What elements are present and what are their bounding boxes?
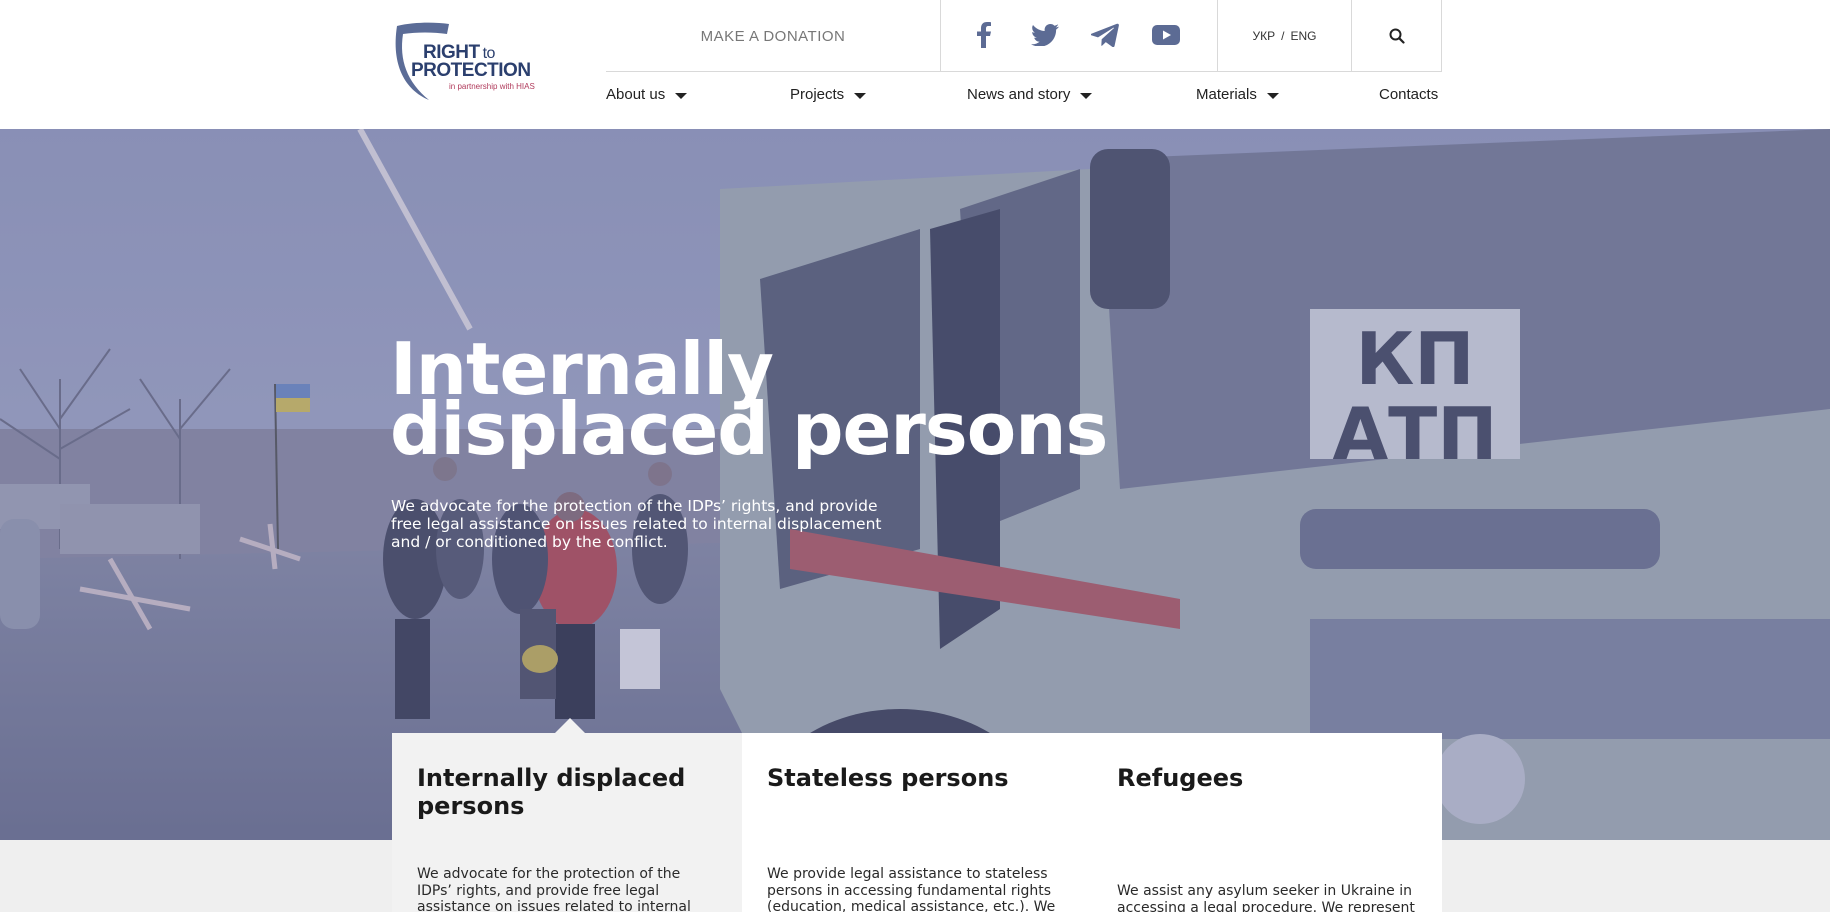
lang-eng[interactable]: ENG <box>1290 29 1316 43</box>
card-text: We provide legal assistance to stateless… <box>767 866 1056 912</box>
card-title: Stateless persons <box>767 764 1009 792</box>
social-links <box>940 0 1218 72</box>
nav-item-projects[interactable]: Projects <box>790 86 867 103</box>
card-internally-displaced-persons[interactable]: Internally displaced persons We advocate… <box>392 733 742 912</box>
telegram-icon[interactable] <box>1088 18 1122 52</box>
logo-partner-text: in partnership with HIAS <box>449 82 535 91</box>
caret-down-icon <box>675 92 688 99</box>
caret-down-icon <box>1266 92 1279 99</box>
nav-item-news-and-story[interactable]: News and story <box>967 86 1093 103</box>
lang-ukr[interactable]: УКР <box>1253 29 1276 43</box>
logo-text-protection: PROTECTION <box>411 60 531 81</box>
search-icon <box>1389 28 1405 44</box>
main-nav: About us Projects News and story Materia… <box>606 86 1442 114</box>
youtube-icon[interactable] <box>1149 18 1183 52</box>
caret-down-icon <box>854 92 867 99</box>
nav-item-materials[interactable]: Materials <box>1196 86 1279 103</box>
active-card-pointer <box>555 718 585 733</box>
lang-separator: / <box>1281 29 1285 43</box>
caret-down-icon <box>1080 92 1093 99</box>
header-top-row: MAKE A DONATION УКР / ENG <box>606 0 1442 72</box>
logo[interactable]: RIGHT to PROTECTION in partnership with H… <box>389 20 549 104</box>
search-button[interactable] <box>1352 0 1442 72</box>
category-cards: Internally displaced persons We advocate… <box>392 733 1442 912</box>
card-title: Refugees <box>1117 764 1244 792</box>
donate-link[interactable]: MAKE A DONATION <box>606 0 940 72</box>
site-header: RIGHT to PROTECTION in partnership with H… <box>0 0 1830 129</box>
twitter-icon[interactable] <box>1028 18 1062 52</box>
card-stateless-persons[interactable]: Stateless persons We provide legal assis… <box>742 733 1092 912</box>
hero-description: We advocate for the protection of the ID… <box>391 497 882 551</box>
card-refugees[interactable]: Refugees We assist any asylum seeker in … <box>1092 733 1442 912</box>
nav-item-about-us[interactable]: About us <box>606 86 688 103</box>
language-switcher: УКР / ENG <box>1218 0 1352 72</box>
nav-item-contacts[interactable]: Contacts <box>1379 86 1438 103</box>
facebook-icon[interactable] <box>967 18 1001 52</box>
card-title: Internally displaced persons <box>417 764 686 820</box>
card-text: We advocate for the protection of the ID… <box>417 866 691 912</box>
card-text: We assist any asylum seeker in Ukraine i… <box>1117 883 1415 912</box>
hero-title: Internally displaced persons <box>390 327 1108 471</box>
